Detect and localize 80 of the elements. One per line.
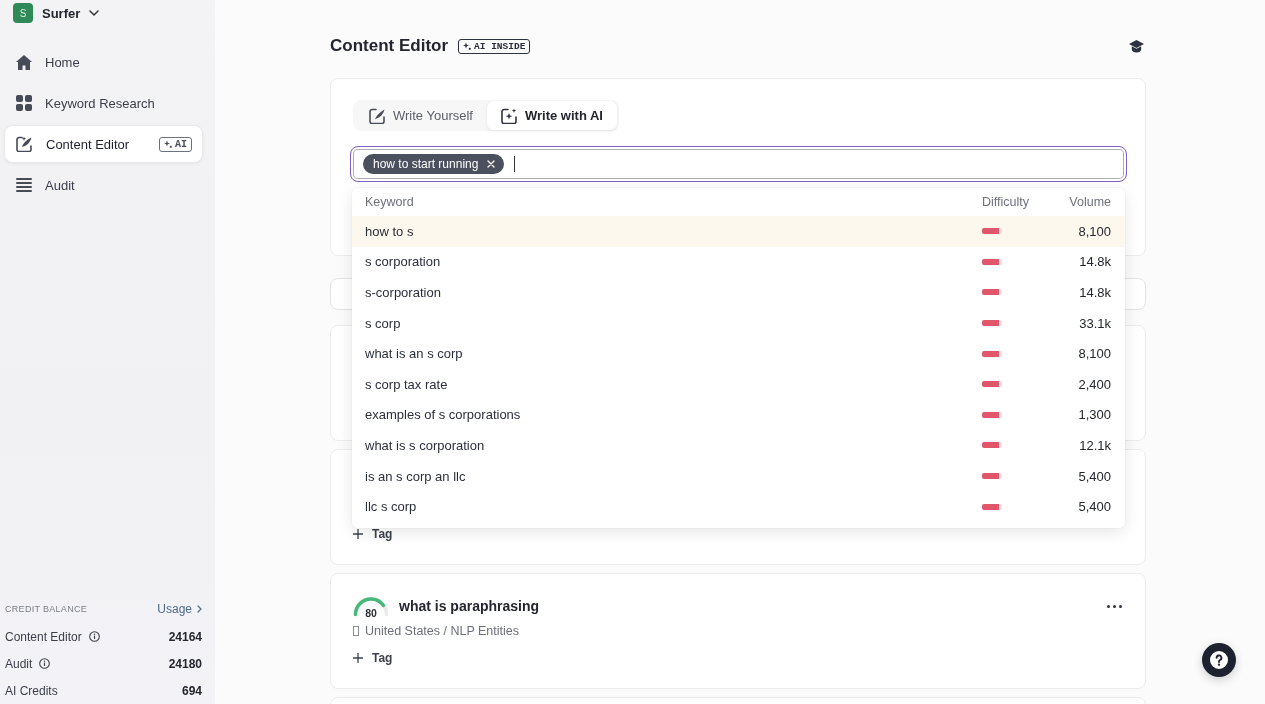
document-location: United States / NLP Entities xyxy=(365,624,520,638)
sparkle-icon xyxy=(463,42,472,50)
document-title[interactable]: what is paraphrasing xyxy=(399,598,540,614)
pen-square-icon xyxy=(369,107,386,124)
volume-cell-text: 14.8k xyxy=(1078,285,1111,300)
badge-label: AI xyxy=(175,138,187,150)
help-icon xyxy=(1210,651,1228,669)
chevron-right-icon xyxy=(197,605,202,613)
suggestion-row[interactable]: examples of s corporations 1,300 xyxy=(352,399,1125,431)
suggestion-row[interactable]: what is an s corp 8,100 xyxy=(352,338,1125,369)
suggestion-row[interactable]: what is s corporation 12.1k xyxy=(352,430,1125,461)
credit-value: 24180 xyxy=(168,656,202,671)
volume-cell-text: 5,400 xyxy=(1077,499,1111,515)
credit-value: 24164 xyxy=(168,629,202,644)
info-icon[interactable] xyxy=(39,658,51,669)
nav-item[interactable]: Keyword Research xyxy=(5,85,202,121)
workspace-logo[interactable]: S xyxy=(13,3,33,23)
grid-icon xyxy=(16,95,32,111)
volume-cell-text: 12.1k xyxy=(1078,437,1111,453)
column-header: Keyword xyxy=(365,195,415,209)
plus-icon xyxy=(353,529,363,539)
keyword-chip[interactable]: how to start running xyxy=(363,154,505,174)
keyword-cell-text: what is s corporation xyxy=(365,437,486,453)
nav-item[interactable]: Audit xyxy=(5,167,202,203)
suggestion-row[interactable]: s corporation 14.8k xyxy=(352,246,1125,278)
volume-cell-text: 8,100 xyxy=(1077,346,1111,362)
keyword-input[interactable]: how to start running xyxy=(350,146,1127,182)
suggestion-row[interactable]: s corp 33.1k xyxy=(352,307,1125,339)
suggestion-row[interactable]: llc s corp 5,400 xyxy=(352,491,1125,522)
suggestion-row[interactable]: s-corporation 14.8k xyxy=(352,277,1125,308)
credit-balance-heading: CREDIT BALANCE xyxy=(5,604,88,614)
keyword-cell-text: llc s corp xyxy=(365,499,418,515)
add-tag-button[interactable]: Tag xyxy=(353,650,393,666)
volume-cell-text: 1,300 xyxy=(1077,407,1111,423)
nav-item[interactable]: Home xyxy=(5,44,202,80)
score-gauge xyxy=(353,595,389,617)
keyword-cell-text: s corp xyxy=(365,315,402,331)
column-header: Difficulty xyxy=(982,195,1030,209)
list-icon xyxy=(16,178,32,192)
usage-link[interactable]: Usage xyxy=(157,602,202,616)
keyword-cell-text: s corp tax rate xyxy=(365,376,449,392)
volume-cell-text: 2,400 xyxy=(1077,376,1111,392)
nav-item[interactable]: Content Editor AI xyxy=(5,126,202,162)
plus-icon xyxy=(353,653,363,663)
workspace-name[interactable]: Surfer xyxy=(42,5,81,21)
credit-label: AI Credits xyxy=(5,683,58,698)
mode-tab[interactable]: Write Yourself xyxy=(355,101,487,130)
suggestion-row[interactable]: how to s 8,100 xyxy=(352,216,1125,247)
keyword-cell-text: examples of s corporations xyxy=(365,407,522,423)
credit-value: 694 xyxy=(181,683,202,698)
add-tag-button[interactable]: Tag xyxy=(353,526,393,542)
score-value: 80 xyxy=(364,607,378,619)
suggestion-row[interactable]: s corp tax rate 2,400 xyxy=(352,368,1125,400)
sparkle-icon xyxy=(164,140,172,148)
keyword-cell-text: what is an s corp xyxy=(365,346,464,362)
keyword-cell-text: how to s xyxy=(365,223,415,239)
mode-tab[interactable]: Write with AI xyxy=(486,101,617,130)
keyword-cell-text: is an s corp an llc xyxy=(365,468,467,484)
credit-label: Content Editor xyxy=(5,629,82,644)
page-title: Content Editor xyxy=(330,36,449,56)
volume-cell-text: 8,100 xyxy=(1077,223,1111,239)
volume-cell-text: 14.8k xyxy=(1078,254,1111,270)
info-icon[interactable] xyxy=(88,631,100,642)
volume-cell-text: 33.1k xyxy=(1078,315,1111,331)
column-header: Volume xyxy=(1068,195,1111,209)
keyword-cell-text: s corporation xyxy=(365,254,442,270)
credit-label: Audit xyxy=(5,656,33,671)
keyword-cell-text: s-corporation xyxy=(365,285,442,300)
sparkle-square-icon xyxy=(500,107,518,124)
badge-label: AI INSIDE xyxy=(474,40,526,52)
chevron-down-icon[interactable] xyxy=(89,10,100,16)
edit-sparkle-icon xyxy=(16,136,33,152)
text-caret xyxy=(514,156,516,172)
graduation-cap-icon[interactable] xyxy=(1129,39,1144,53)
close-icon[interactable] xyxy=(487,160,496,168)
flag-placeholder-icon xyxy=(353,626,359,636)
volume-cell-text: 5,400 xyxy=(1077,468,1111,484)
suggestion-row[interactable]: is an s corp an llc 5,400 xyxy=(352,460,1125,492)
home-icon xyxy=(16,54,32,70)
more-icon xyxy=(1107,604,1122,608)
